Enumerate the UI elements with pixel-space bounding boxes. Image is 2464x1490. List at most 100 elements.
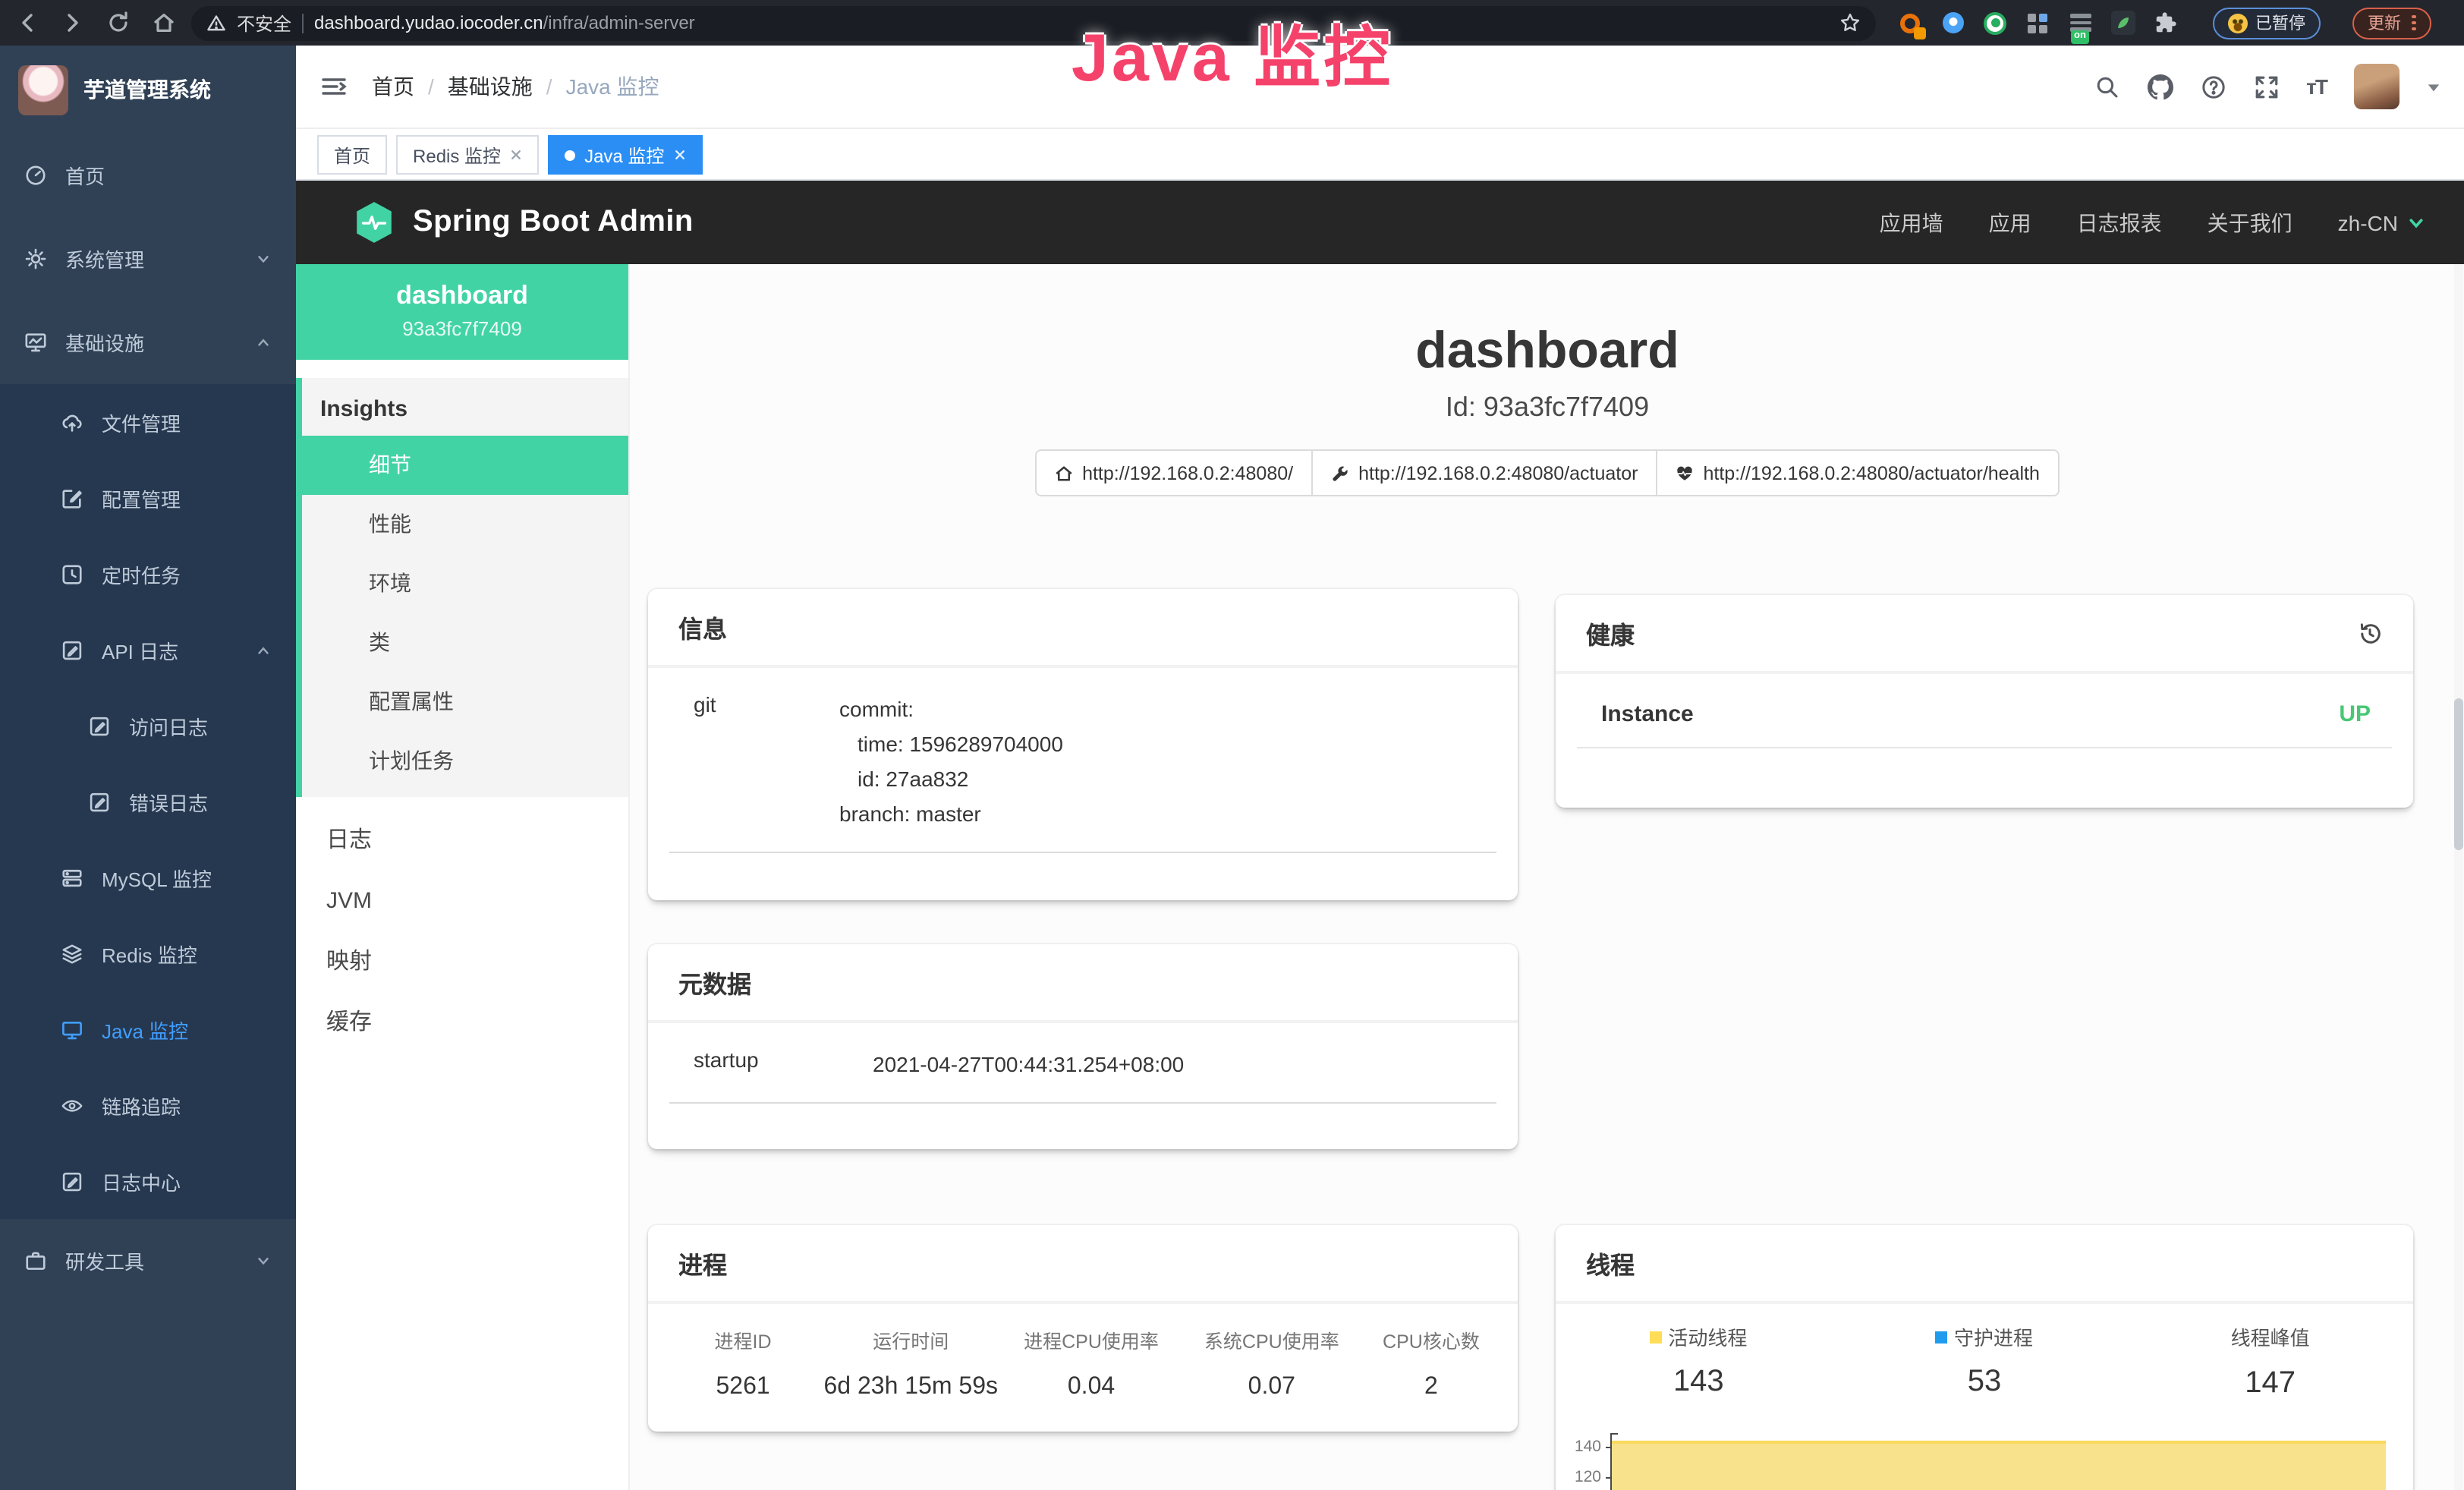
user-avatar[interactable] <box>2354 64 2399 109</box>
threads-peak-stat: 线程峰值 147 <box>2127 1322 2413 1401</box>
back-icon[interactable] <box>15 11 39 35</box>
tag-tab-bar: 首页 Redis 监控 Java 监控 <box>296 129 2464 181</box>
breadcrumb-java-monitor: Java 监控 <box>566 71 659 102</box>
info-git-row: git commit: time: 1596289704000 id: 27aa… <box>669 692 1496 853</box>
sba-menu-environment[interactable]: 环境 <box>302 554 628 613</box>
process-col-cpus: CPU核心数 <box>1360 1325 1503 1354</box>
metadata-card-header: 元数据 <box>648 944 1518 1023</box>
sba-nav-about[interactable]: 关于我们 <box>2208 207 2292 238</box>
reload-icon[interactable] <box>106 11 131 35</box>
log-edit-icon <box>61 638 83 661</box>
content-scrollbar-track[interactable] <box>2454 264 2463 1490</box>
sidebar-item-system[interactable]: 系统管理 <box>0 217 296 301</box>
sba-app-header[interactable]: dashboard 93a3fc7f7409 <box>296 264 628 360</box>
sba-menu-scheduled-tasks[interactable]: 计划任务 <box>302 732 628 791</box>
home-icon[interactable] <box>152 11 176 35</box>
instance-links: http://192.168.0.2:48080/ http://192.168… <box>630 449 2464 496</box>
health-instance-row[interactable]: Instance UP <box>1577 701 2392 748</box>
sidebar-toggle-hamburger-icon[interactable] <box>320 73 348 100</box>
forward-icon[interactable] <box>61 11 85 35</box>
font-size-icon[interactable]: тT <box>2306 74 2327 99</box>
instance-health-url-button[interactable]: http://192.168.0.2:48080/actuator/health <box>1656 449 2059 496</box>
info-value: commit: time: 1596289704000 id: 27aa832 … <box>839 692 1063 832</box>
tab-redis-monitor[interactable]: Redis 监控 <box>396 135 539 175</box>
log-edit-icon <box>61 1170 83 1192</box>
extension-icon-pin[interactable] <box>1940 10 1965 36</box>
tab-close-icon[interactable] <box>510 149 522 161</box>
profile-emoji-icon <box>2228 13 2248 33</box>
briefcase-icon <box>24 1249 47 1272</box>
sba-nav-language[interactable]: zh-CN <box>2338 210 2425 235</box>
extension-icon-green-circle[interactable] <box>1982 10 2008 36</box>
legend-blue-swatch <box>1936 1331 1948 1343</box>
extension-icon-orange[interactable] <box>1897 10 1923 36</box>
browser-menu-kebab-icon[interactable] <box>2412 15 2415 31</box>
sba-menu-logs[interactable]: 日志 <box>296 811 628 871</box>
eye-icon <box>61 1094 83 1117</box>
sidebar-item-java-monitor[interactable]: Java 监控 <box>0 991 296 1067</box>
sidebar-item-mysql-monitor[interactable]: MySQL 监控 <box>0 840 296 915</box>
process-col-process-cpu: 进程CPU使用率 <box>999 1325 1183 1354</box>
history-icon[interactable] <box>2357 620 2383 646</box>
sba-menu-caches[interactable]: 缓存 <box>296 993 628 1054</box>
infrastructure-submenu: 文件管理 配置管理 定时任务 API 日志 访问日志 错误日志 <box>0 384 296 1219</box>
sidebar-item-infrastructure[interactable]: 基础设施 <box>0 301 296 384</box>
sidebar-item-dev-tools[interactable]: 研发工具 <box>0 1219 296 1303</box>
help-icon[interactable] <box>2200 74 2226 99</box>
sidebar-item-home[interactable]: 首页 <box>0 134 296 217</box>
sba-menu-classes[interactable]: 类 <box>302 613 628 673</box>
tab-java-monitor[interactable]: Java 监控 <box>548 135 702 175</box>
tab-home[interactable]: 首页 <box>317 135 387 175</box>
app-logo-row[interactable]: 芋道管理系统 <box>0 46 296 134</box>
instance-home-url-button[interactable]: http://192.168.0.2:48080/ <box>1035 449 1313 496</box>
threads-peak-value: 147 <box>2127 1366 2413 1401</box>
url-text[interactable]: dashboard.yudao.iocoder.cn/infra/admin-s… <box>314 12 695 33</box>
sidebar-item-api-logs[interactable]: API 日志 <box>0 612 296 688</box>
sba-menu-config-props[interactable]: 配置属性 <box>302 673 628 732</box>
extensions-row: on 已暂停 更新 <box>1897 7 2431 39</box>
github-icon[interactable] <box>2147 74 2173 99</box>
log-edit-icon <box>88 790 111 813</box>
content-scrollbar-thumb[interactable] <box>2454 698 2463 850</box>
sidebar-item-log-center[interactable]: 日志中心 <box>0 1143 296 1219</box>
sba-nav-applications[interactable]: 应用 <box>1989 207 2031 238</box>
avatar-caret-icon[interactable] <box>2427 80 2440 93</box>
breadcrumb-infrastructure[interactable]: 基础设施 <box>448 71 533 102</box>
sba-menu-details[interactable]: 细节 <box>296 436 628 495</box>
process-uptime-value: 6d 23h 15m 59s <box>823 1374 999 1401</box>
sba-nav-wallboard[interactable]: 应用墙 <box>1880 207 1943 238</box>
sidebar-item-scheduled-jobs[interactable]: 定时任务 <box>0 536 296 612</box>
sidebar-item-file-management[interactable]: 文件管理 <box>0 384 296 460</box>
browser-profile-chip[interactable]: 已暂停 <box>2213 7 2321 39</box>
sidebar-item-redis-monitor[interactable]: Redis 监控 <box>0 915 296 991</box>
health-card: 健康 Instance UP <box>1556 595 2413 808</box>
extension-icon-leaf[interactable] <box>2110 10 2135 36</box>
sba-menu-mappings[interactable]: 映射 <box>296 932 628 993</box>
monitor-chart-icon <box>24 331 47 354</box>
extension-icon-grid[interactable] <box>2025 10 2050 36</box>
extensions-puzzle-icon[interactable] <box>2152 10 2178 36</box>
process-card-header: 进程 <box>648 1225 1518 1304</box>
instance-actuator-url-button[interactable]: http://192.168.0.2:48080/actuator <box>1311 449 1657 496</box>
sba-menu-jvm[interactable]: JVM <box>296 871 628 932</box>
sidebar-item-access-logs[interactable]: 访问日志 <box>0 688 296 764</box>
security-warning-icon[interactable] <box>206 13 226 33</box>
security-label[interactable]: 不安全 <box>237 10 291 36</box>
sba-menu-metrics[interactable]: 性能 <box>302 495 628 554</box>
extension-icon-tabs-on[interactable]: on <box>2067 10 2093 36</box>
sidebar-item-tracing[interactable]: 链路追踪 <box>0 1067 296 1143</box>
profile-chip-label: 已暂停 <box>2255 11 2305 35</box>
bookmark-star-icon[interactable] <box>1839 12 1861 33</box>
threads-area-series <box>1612 1441 2386 1490</box>
search-icon[interactable] <box>2094 74 2119 99</box>
sidebar-item-config-management[interactable]: 配置管理 <box>0 460 296 536</box>
fullscreen-icon[interactable] <box>2253 74 2279 99</box>
sba-nav-journal[interactable]: 日志报表 <box>2077 207 2162 238</box>
sidebar-item-error-logs[interactable]: 错误日志 <box>0 764 296 840</box>
health-card-header: 健康 <box>1556 595 2413 674</box>
browser-update-button[interactable]: 更新 <box>2352 7 2431 39</box>
address-bar[interactable]: 不安全 dashboard.yudao.iocoder.cn/infra/adm… <box>191 5 1876 40</box>
tab-close-icon[interactable] <box>673 149 685 161</box>
breadcrumb-home[interactable]: 首页 <box>372 71 414 102</box>
process-pid-value: 5261 <box>663 1374 823 1401</box>
